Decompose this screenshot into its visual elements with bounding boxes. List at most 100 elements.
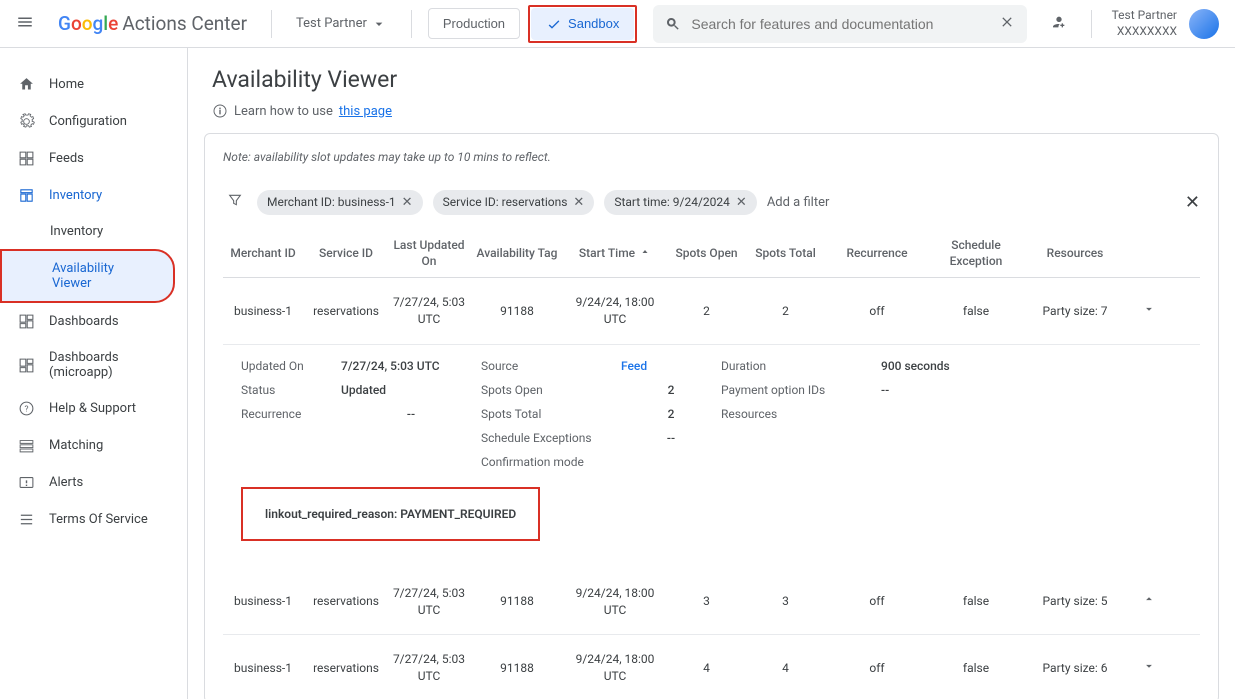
detail-label: Duration: [721, 359, 881, 373]
detail-value: --: [341, 407, 481, 421]
cell-recurrence: off: [827, 303, 927, 320]
search-input[interactable]: [691, 16, 988, 32]
sandbox-button[interactable]: Sandbox: [531, 8, 634, 40]
sidebar: Home Configuration Feeds Inventory Inven…: [0, 48, 188, 699]
sidebar-label: Inventory: [50, 224, 103, 239]
check-icon: [546, 16, 562, 32]
chevron-up-icon: [1142, 592, 1156, 606]
add-filter[interactable]: Add a filter: [767, 195, 830, 210]
matching-icon: [18, 437, 35, 454]
sidebar-item-matching[interactable]: Matching: [0, 427, 187, 464]
clear-filters-icon[interactable]: ✕: [1185, 192, 1200, 213]
sidebar-label: Availability Viewer: [52, 261, 155, 291]
sidebar-label: Alerts: [49, 475, 83, 490]
sidebar-subitem-inventory[interactable]: Inventory: [0, 214, 187, 249]
detail-source-link[interactable]: Feed: [621, 359, 721, 373]
table-row[interactable]: business-1 reservations 7/27/24, 5:03 UT…: [223, 278, 1200, 345]
sidebar-item-inventory[interactable]: Inventory: [0, 177, 187, 214]
sidebar-item-home[interactable]: Home: [0, 66, 187, 103]
sidebar-label: Terms Of Service: [49, 512, 148, 527]
detail-label: Resources: [721, 407, 881, 421]
sidebar-label: Feeds: [49, 151, 84, 166]
cell-last-updated: 7/27/24, 5:03 UTC: [389, 651, 469, 685]
filter-chip-service[interactable]: Service ID: reservations✕: [433, 190, 595, 215]
cell-merchant: business-1: [223, 660, 303, 677]
chip-remove-icon[interactable]: ✕: [736, 195, 747, 210]
col-service: Service ID: [307, 246, 385, 262]
cell-resources: Party size: 6: [1025, 660, 1125, 677]
cell-recurrence: off: [827, 593, 927, 610]
chip-label: Start time: 9/24/2024: [614, 195, 730, 209]
col-recurrence: Recurrence: [827, 246, 927, 262]
divider: [1091, 10, 1092, 38]
cell-spots-open: 4: [669, 660, 744, 677]
table-row[interactable]: business-1 reservations 7/27/24, 5:03 UT…: [223, 635, 1200, 699]
sidebar-item-dashboards[interactable]: Dashboards: [0, 303, 187, 340]
partner-dropdown[interactable]: Test Partner: [288, 12, 395, 36]
sidebar-item-alerts[interactable]: Alerts: [0, 464, 187, 501]
sandbox-label: Sandbox: [568, 16, 619, 31]
user-management-icon[interactable]: [1043, 8, 1071, 40]
linkout-reason-highlight: linkout_required_reason: PAYMENT_REQUIRE…: [241, 487, 540, 541]
sidebar-item-feeds[interactable]: Feeds: [0, 140, 187, 177]
chip-remove-icon[interactable]: ✕: [573, 195, 584, 210]
product-name: Actions Center: [122, 12, 247, 35]
detail-value: --: [881, 383, 1001, 397]
collapse-row-icon[interactable]: [1129, 592, 1169, 611]
hamburger-menu-icon[interactable]: [8, 5, 42, 43]
cell-last-updated: 7/27/24, 5:03 UTC: [389, 585, 469, 619]
production-button[interactable]: Production: [428, 8, 520, 39]
table-row[interactable]: business-1 reservations 7/27/24, 5:03 UT…: [223, 569, 1200, 636]
help-text: Learn how to use: [234, 104, 333, 119]
chevron-down-icon: [1142, 659, 1156, 673]
detail-label: Payment option IDs: [721, 383, 881, 397]
sidebar-label: Configuration: [49, 114, 127, 129]
search-box[interactable]: [653, 5, 1026, 43]
gear-icon: [18, 113, 35, 130]
sidebar-label: Help & Support: [49, 401, 136, 416]
cell-spots-total: 2: [748, 303, 823, 320]
sidebar-subitem-availability-viewer[interactable]: Availability Viewer: [0, 249, 175, 303]
cell-schedule-exc: false: [931, 303, 1021, 320]
sidebar-item-configuration[interactable]: Configuration: [0, 103, 187, 140]
divider: [271, 10, 272, 38]
help-link[interactable]: this page: [339, 104, 392, 119]
filter-icon[interactable]: [223, 188, 247, 216]
user-name: Test Partner: [1112, 8, 1177, 24]
detail-value: Updated: [341, 383, 481, 397]
detail-label: Updated On: [241, 359, 341, 373]
cell-schedule-exc: false: [931, 660, 1021, 677]
cell-start: 9/24/24, 18:00 UTC: [565, 585, 665, 619]
partner-dropdown-label: Test Partner: [296, 16, 367, 31]
expand-row-icon[interactable]: [1129, 659, 1169, 678]
col-merchant: Merchant ID: [223, 246, 303, 262]
chip-remove-icon[interactable]: ✕: [402, 195, 413, 210]
filter-chip-merchant[interactable]: Merchant ID: business-1✕: [257, 190, 423, 215]
expand-row-icon[interactable]: [1129, 302, 1169, 321]
cell-service: reservations: [307, 593, 385, 610]
sidebar-label: Dashboards (microapp): [49, 350, 169, 380]
help-line: Learn how to use this page: [212, 103, 1211, 119]
search-icon: [665, 16, 681, 32]
col-spots-open: Spots Open: [669, 246, 744, 262]
help-icon: ?: [18, 400, 35, 417]
cell-schedule-exc: false: [931, 593, 1021, 610]
col-schedule-exc: Schedule Exception: [931, 238, 1021, 269]
user-info: Test Partner XXXXXXXX: [1112, 8, 1177, 39]
cell-last-updated: 7/27/24, 5:03 UTC: [389, 294, 469, 328]
detail-label: Status: [241, 383, 341, 397]
detail-label: Confirmation mode: [481, 455, 621, 469]
sidebar-item-tos[interactable]: Terms Of Service: [0, 501, 187, 538]
sidebar-item-dashboards-microapp[interactable]: Dashboards (microapp): [0, 340, 187, 390]
avatar[interactable]: [1189, 9, 1219, 39]
chevron-down-icon: [371, 16, 387, 32]
cell-service: reservations: [307, 660, 385, 677]
detail-value: --: [621, 431, 721, 445]
col-start[interactable]: Start Time: [565, 246, 665, 262]
cell-merchant: business-1: [223, 303, 303, 320]
page-title: Availability Viewer: [212, 66, 1211, 93]
search-clear-icon[interactable]: [999, 14, 1015, 34]
filter-chip-start[interactable]: Start time: 9/24/2024 ✕: [604, 190, 756, 215]
grid-icon: [18, 150, 35, 167]
sidebar-item-help[interactable]: ? Help & Support: [0, 390, 187, 427]
